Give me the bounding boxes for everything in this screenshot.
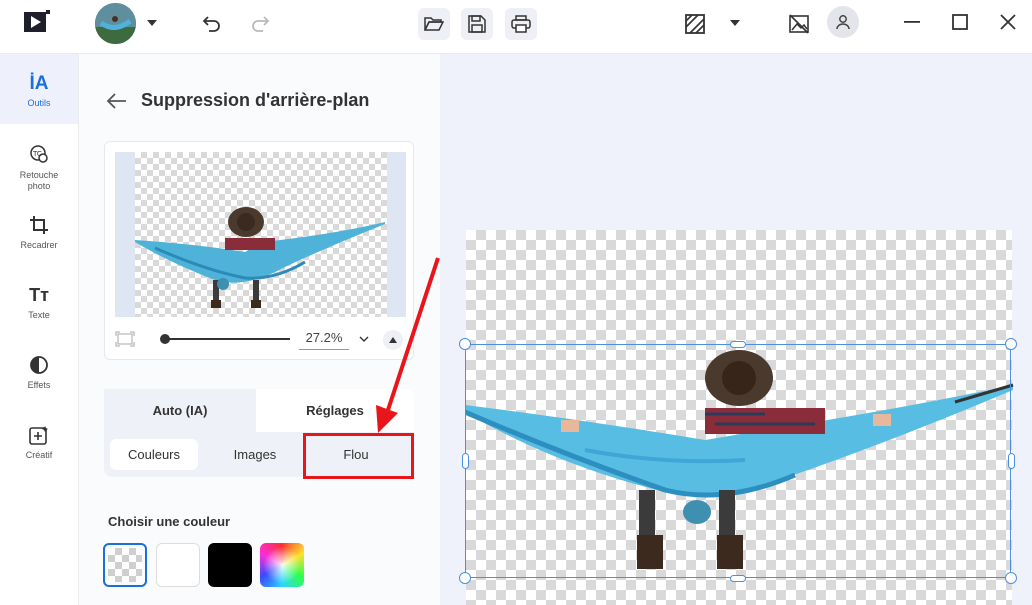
- sidebar-item-label: Outils: [27, 98, 51, 108]
- resize-handle-bottom-right[interactable]: [1005, 572, 1017, 584]
- preview-image: [115, 152, 406, 317]
- swatch-white[interactable]: [156, 543, 200, 587]
- sidebar-item-label: Texte: [28, 310, 50, 320]
- resize-handle-bottom[interactable]: [730, 575, 746, 582]
- effects-icon: [29, 352, 49, 378]
- resize-handle-bottom-left[interactable]: [459, 572, 471, 584]
- sidebar-item-outils[interactable]: İA Outils: [0, 54, 78, 124]
- sidebar-item-label: Effets: [27, 380, 51, 390]
- transparent-background: [135, 152, 387, 317]
- chevron-down-icon[interactable]: [145, 16, 159, 30]
- swatch-black[interactable]: [208, 543, 252, 587]
- resize-handle-top-right[interactable]: [1005, 338, 1017, 350]
- chevron-down-icon[interactable]: [728, 16, 742, 30]
- zoom-slider-handle[interactable]: [160, 334, 170, 344]
- save-icon[interactable]: [461, 8, 493, 40]
- chevron-down-icon[interactable]: [359, 336, 369, 342]
- play-logo-icon[interactable]: [24, 10, 50, 34]
- profile-avatar[interactable]: [827, 6, 859, 38]
- resize-handle-top-left[interactable]: [459, 338, 471, 350]
- crop-icon: [29, 212, 49, 238]
- resize-handle-left[interactable]: [462, 453, 469, 469]
- choose-color-label: Choisir une couleur: [108, 514, 231, 529]
- title-bar: [0, 0, 1032, 54]
- resize-handle-top[interactable]: [730, 341, 746, 348]
- creative-icon: [29, 422, 49, 448]
- page-title: Suppression d'arrière-plan: [141, 90, 370, 110]
- sidebar-item-effets[interactable]: Effets: [0, 352, 78, 391]
- sidebar-item-creatif[interactable]: Créatif: [0, 422, 78, 461]
- tab-auto-ia[interactable]: Auto (IA): [104, 389, 256, 432]
- close-icon[interactable]: [998, 12, 1018, 32]
- panel-header: Suppression d'arrière-plan: [107, 90, 369, 111]
- folder-open-icon[interactable]: [418, 8, 450, 40]
- swatch-transparent[interactable]: [103, 543, 147, 587]
- zoom-value[interactable]: 27.2%: [299, 328, 349, 350]
- minimize-icon[interactable]: [902, 12, 922, 32]
- undo-icon[interactable]: [200, 12, 224, 36]
- back-arrow-icon[interactable]: [107, 92, 127, 109]
- fit-screen-icon[interactable]: [115, 331, 135, 347]
- sidebar-item-retouche-photo[interactable]: TC Retouche photo: [0, 142, 78, 192]
- sidebar-item-texte[interactable]: Tт Texte: [0, 282, 78, 321]
- sidebar-item-recadrer[interactable]: Recadrer: [0, 212, 78, 251]
- print-icon[interactable]: [505, 8, 537, 40]
- annotation-arrow-icon: [376, 257, 440, 433]
- zoom-slider-track[interactable]: [165, 338, 290, 340]
- ia-icon: İA: [29, 72, 49, 94]
- redo-icon[interactable]: [248, 12, 272, 36]
- sidebar-item-label: Recadrer: [20, 240, 58, 250]
- compare-icon[interactable]: [683, 12, 707, 36]
- zoom-controls: 27.2%: [115, 328, 406, 352]
- user-photo-avatar[interactable]: [95, 3, 136, 44]
- sidebar-item-label: Retouche photo: [19, 170, 59, 191]
- text-icon: Tт: [29, 284, 49, 305]
- sidebar-item-label: Créatif: [25, 450, 53, 460]
- preview-card: 27.2%: [104, 141, 414, 360]
- subtab-couleurs[interactable]: Couleurs: [110, 439, 198, 470]
- retouch-icon: TC: [28, 142, 50, 168]
- image-off-icon[interactable]: [787, 12, 811, 36]
- resize-handle-right[interactable]: [1008, 453, 1015, 469]
- user-icon: [836, 15, 850, 30]
- swatch-color-picker[interactable]: [260, 543, 304, 587]
- selection-box[interactable]: [465, 344, 1011, 578]
- subtab-images[interactable]: Images: [211, 439, 299, 470]
- left-nav: İA Outils TC Retouche photo Recadrer Tт …: [0, 54, 79, 605]
- maximize-icon[interactable]: [950, 12, 970, 32]
- svg-text:TC: TC: [32, 150, 42, 158]
